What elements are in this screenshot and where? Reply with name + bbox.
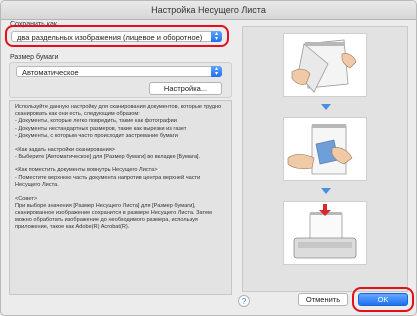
info-text-panel: Используйте данную настройку для сканиро… [9, 100, 232, 295]
window-title: Настройка Несущего Листа [1, 1, 416, 20]
arrow-down-icon [321, 188, 331, 194]
scanner-feed-illustration [283, 201, 367, 265]
save-as-label: Сохранить как [10, 21, 57, 28]
info-paragraph-tip: <Совет> При выборе значения [Размер Несу… [15, 195, 212, 231]
illustration-pane [242, 26, 408, 292]
document-insert-illustration [283, 117, 367, 181]
save-as-value: два раздельных изображения (лицевое и об… [17, 33, 203, 42]
paper-size-value: Автоматическое [22, 68, 79, 77]
paper-size-label: Размер бумаги [10, 54, 59, 61]
info-paragraph-how-to-set: <Как задать настройки сканирования> - Вы… [15, 146, 201, 160]
ok-button[interactable]: OK [358, 293, 408, 306]
paper-size-settings-button[interactable]: Настройка... [149, 82, 222, 95]
info-paragraph-usage: Используйте данную настройку для сканиро… [15, 104, 222, 139]
help-button[interactable]: ? [238, 295, 250, 307]
arrow-down-icon [321, 104, 331, 110]
up-down-chevron-icon: ▴ ▾ [211, 31, 222, 42]
paper-size-select[interactable]: Автоматическое ▴ ▾ [16, 66, 222, 77]
up-down-chevron-icon: ▴ ▾ [211, 66, 222, 77]
save-as-select[interactable]: два раздельных изображения (лицевое и об… [11, 31, 222, 42]
carrier-sheet-open-illustration [283, 33, 367, 97]
carrier-sheet-settings-dialog: Настройка Несущего Листа Сохранить как д… [0, 0, 417, 316]
info-paragraph-how-to-insert: <Как поместить документы вовнутрь Несуще… [15, 167, 201, 188]
cancel-button[interactable]: Отменить [298, 293, 348, 306]
